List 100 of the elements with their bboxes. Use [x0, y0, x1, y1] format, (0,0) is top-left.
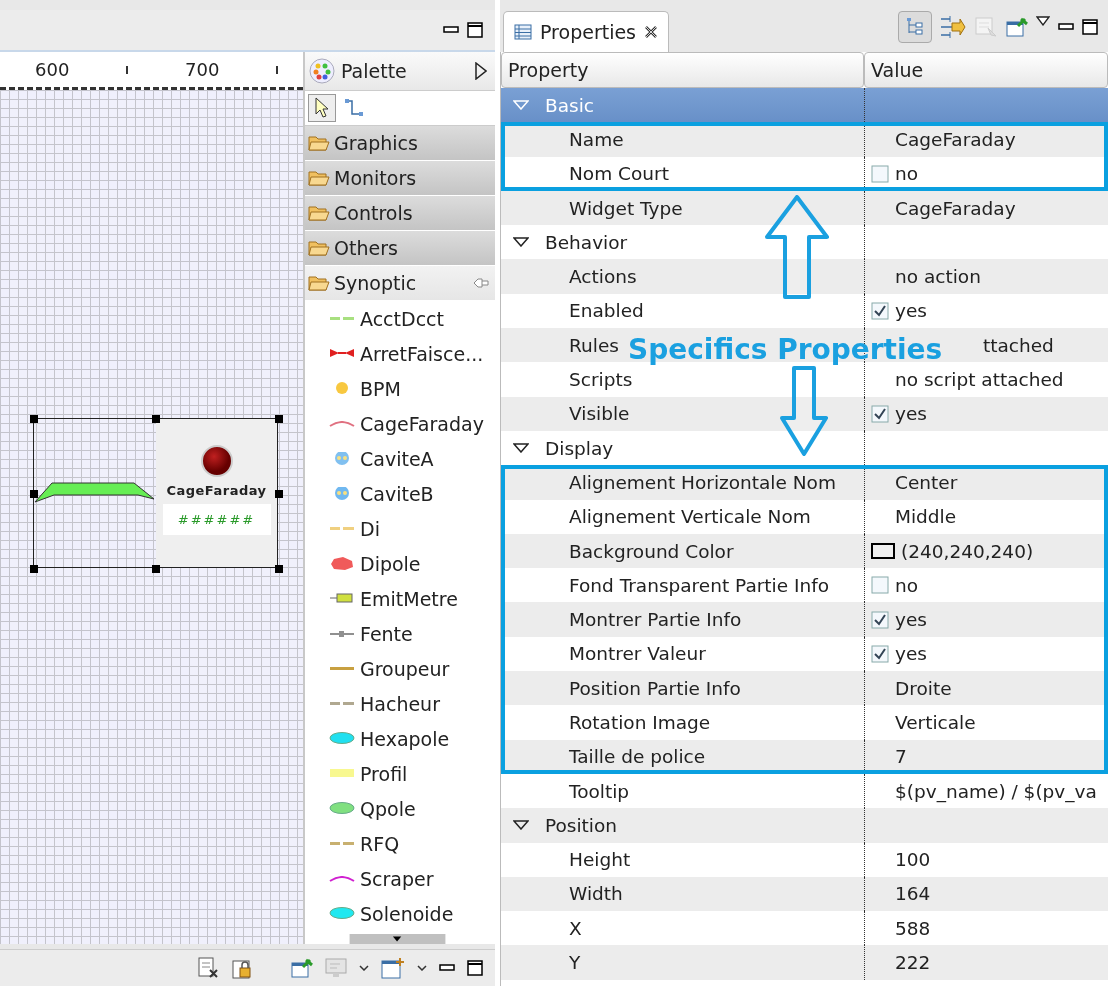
arrows-icon[interactable] — [940, 15, 966, 39]
category-row[interactable]: Position — [501, 808, 1108, 843]
checkbox[interactable] — [871, 644, 889, 663]
new-window-icon[interactable] — [381, 957, 405, 979]
minimize-icon[interactable] — [439, 964, 455, 972]
category-label: Behavior — [545, 231, 628, 253]
property-label: Montrer Valeur — [569, 643, 706, 665]
property-value: Droite — [895, 677, 952, 699]
palette-item[interactable]: CaviteA — [305, 441, 495, 476]
palette-item[interactable]: CaviteB — [305, 476, 495, 511]
item-label: RFQ — [360, 832, 400, 855]
property-value: $(pv_name) / $(pv_va — [895, 780, 1097, 802]
select-tool[interactable] — [308, 94, 336, 122]
document-icon[interactable] — [197, 957, 219, 979]
property-value: (240,240,240) — [901, 540, 1034, 562]
palette-item[interactable]: Hacheur — [305, 686, 495, 721]
caret-icon[interactable] — [417, 965, 427, 971]
checkbox[interactable] — [871, 404, 889, 423]
item-label: Scraper — [360, 867, 434, 890]
close-icon[interactable] — [644, 25, 659, 39]
property-value: yes — [895, 403, 927, 425]
folder-icon — [308, 135, 330, 151]
item-label: CageFaraday — [360, 412, 484, 435]
item-label: Dipole — [360, 552, 421, 575]
palette-item[interactable]: ArretFaisce... — [305, 336, 495, 371]
palette-item[interactable]: BPM — [305, 371, 495, 406]
drawer-label: Graphics — [334, 132, 418, 154]
folder-icon — [308, 170, 330, 186]
column-header[interactable]: Value — [864, 52, 1108, 88]
category-label: Position — [545, 814, 618, 836]
maximize-icon[interactable] — [467, 960, 483, 976]
property-label: Background Color — [569, 540, 734, 562]
item-label: BPM — [360, 377, 401, 400]
palette-item[interactable]: Hexapole — [305, 721, 495, 756]
lock-icon[interactable] — [231, 957, 253, 979]
palette-item[interactable]: AcctDcct — [305, 301, 495, 336]
folder-icon — [308, 205, 330, 221]
pin-icon[interactable] — [473, 277, 489, 289]
drawer-label: Others — [334, 237, 398, 259]
caret-icon[interactable] — [359, 965, 369, 971]
checkbox[interactable] — [871, 301, 889, 320]
item-label: Profil — [360, 762, 408, 785]
checkbox[interactable] — [871, 164, 889, 183]
property-label: Visible — [569, 403, 630, 425]
palette-drawer[interactable]: Controls — [305, 196, 495, 231]
tree-icon — [906, 17, 924, 37]
folder-icon — [308, 240, 330, 256]
property-value: Middle — [895, 506, 957, 528]
collapse-triangle-icon[interactable] — [513, 237, 529, 248]
checkbox[interactable] — [871, 576, 889, 595]
drawer-label: Controls — [334, 202, 413, 224]
item-label: Fente — [360, 622, 413, 645]
maximize-icon[interactable] — [467, 22, 483, 38]
item-label: AcctDcct — [360, 307, 444, 330]
menu-triangle-icon[interactable] — [1036, 16, 1050, 26]
palette-item[interactable]: Groupeur — [305, 651, 495, 686]
minimize-icon[interactable] — [1058, 23, 1074, 31]
palette-drawer[interactable]: Synoptic — [305, 266, 495, 301]
palette-item[interactable]: RFQ — [305, 826, 495, 861]
category-row[interactable]: Display — [501, 430, 1108, 466]
collapse-triangle-icon[interactable] — [513, 820, 529, 831]
palette-item[interactable]: Profil — [305, 756, 495, 791]
property-label: Position Partie Info — [569, 677, 741, 699]
property-label: Rotation Image — [569, 712, 711, 733]
annotation-text: Specifics Properties — [628, 333, 943, 366]
property-label: Actions — [569, 266, 637, 288]
minimize-icon[interactable] — [443, 26, 459, 34]
palette-item[interactable]: Fente — [305, 616, 495, 651]
property-value: yes — [895, 609, 927, 631]
item-label: Di — [360, 517, 380, 540]
column-header[interactable]: Property — [501, 52, 864, 88]
checkbox[interactable] — [871, 610, 889, 629]
palette-item[interactable]: Di — [305, 511, 495, 546]
play-triangle-icon[interactable] — [475, 62, 487, 80]
item-label: CaviteB — [360, 482, 434, 505]
palette-item[interactable]: Scraper — [305, 861, 495, 896]
property-label: Nom Court — [569, 163, 669, 185]
property-label: Width — [569, 883, 623, 905]
category-label: Basic — [545, 94, 594, 116]
palette-drawer[interactable]: Graphics — [305, 126, 495, 161]
property-value: Center — [895, 471, 958, 493]
ruler-label: 700 — [185, 59, 220, 80]
pin-window-icon[interactable] — [291, 958, 313, 978]
palette-drawer[interactable]: Monitors — [305, 161, 495, 196]
connector-icon — [344, 98, 364, 118]
properties-tab[interactable]: Properties — [503, 11, 670, 52]
property-value: yes — [895, 643, 927, 665]
palette-item[interactable]: Dipole — [305, 546, 495, 581]
property-label: Height — [569, 849, 631, 871]
palette-item[interactable]: EmitMetre — [305, 581, 495, 616]
palette-drawer[interactable]: Others — [305, 231, 495, 266]
collapse-triangle-icon[interactable] — [513, 443, 529, 454]
palette-item[interactable]: Solenoide — [305, 896, 495, 931]
pin-window-icon[interactable] — [1006, 17, 1028, 37]
maximize-icon[interactable] — [1082, 19, 1098, 35]
property-label: Enabled — [569, 300, 644, 322]
palette-item[interactable]: Qpole — [305, 791, 495, 826]
property-label: Rules — [569, 334, 619, 356]
item-label: Solenoide — [360, 902, 454, 925]
palette-item[interactable]: CageFaraday — [305, 406, 495, 441]
